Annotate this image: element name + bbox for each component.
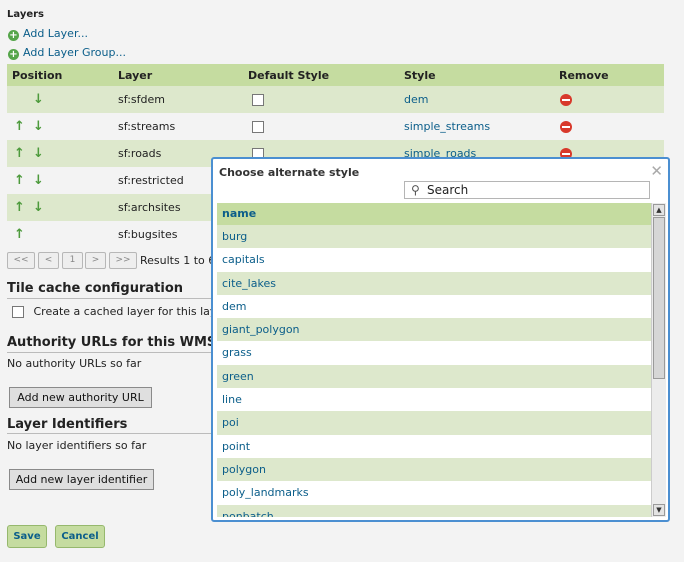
move-up-icon[interactable]: ↑ — [14, 146, 27, 161]
column-header[interactable]: Style — [404, 64, 559, 86]
layers-title: Layers — [7, 9, 44, 20]
tile-cache-option[interactable]: Create a cached layer for this layer gr — [12, 305, 243, 318]
section-divider — [7, 433, 217, 434]
prev-page-button[interactable]: < — [38, 252, 59, 269]
add-authority-url-button[interactable]: Add new authority URL — [9, 387, 152, 408]
cache-checkbox[interactable] — [12, 306, 24, 318]
plus-icon: + — [8, 30, 19, 41]
last-page-button[interactable]: >> — [109, 252, 137, 269]
column-header[interactable]: Position — [7, 64, 118, 86]
add-layer-identifier-button[interactable]: Add new layer identifier — [9, 469, 154, 490]
move-down-icon[interactable]: ↓ — [33, 173, 44, 188]
style-option[interactable]: line — [217, 388, 651, 412]
remove-cell — [559, 86, 664, 113]
identifiers-title: Layer Identifiers — [7, 417, 128, 432]
add-layer-group-link[interactable]: + Add Layer Group... — [8, 46, 126, 60]
layer-name: sf:sfdem — [118, 86, 248, 113]
style-option[interactable]: burg — [217, 225, 651, 249]
table-row: ↑ ↓ sf:streams simple_streams — [7, 113, 664, 140]
column-header[interactable]: Layer — [118, 64, 248, 86]
cancel-button[interactable]: Cancel — [55, 525, 105, 548]
remove-cell — [559, 113, 664, 140]
default-style-cell — [248, 113, 404, 140]
column-header[interactable]: Default Style — [248, 64, 404, 86]
default-style-checkbox[interactable] — [252, 94, 264, 106]
style-link[interactable]: simple_streams — [404, 120, 490, 133]
style-list: burg capitals cite_lakes dem giant_polygon gr… — [217, 225, 651, 517]
section-divider — [7, 298, 217, 299]
identifiers-empty-text: No layer identifiers so far — [7, 439, 147, 452]
style-option[interactable]: green — [217, 364, 651, 389]
close-icon[interactable]: ✕ — [650, 162, 663, 180]
move-up-icon[interactable]: ↑ — [14, 119, 27, 134]
position-cell: ↑↓ — [7, 140, 118, 167]
style-option[interactable]: poly_landmarks — [217, 481, 651, 505]
move-up-icon[interactable]: ↑ — [14, 227, 27, 242]
table-header-row: Position Layer Default Style Style Remov… — [7, 64, 664, 86]
layer-name: sf:streams — [118, 113, 248, 140]
first-page-button[interactable]: << — [7, 252, 35, 269]
position-cell: ↑↓ — [7, 167, 118, 194]
style-option[interactable]: poi — [217, 411, 651, 435]
scroll-down-arrow[interactable]: ▼ — [653, 504, 665, 516]
section-divider — [7, 352, 217, 353]
search-input[interactable]: ⚲ Search — [404, 181, 650, 199]
style-chooser-dialog: Choose alternate style ✕ ⚲ Search name b… — [211, 157, 670, 522]
style-option[interactable]: dem — [217, 294, 651, 319]
dialog-title: Choose alternate style — [219, 166, 360, 179]
table-row: ↑↓sf:sfdem dem — [7, 86, 664, 113]
search-placeholder: Search — [427, 183, 469, 197]
position-cell: ↑↓ — [7, 113, 118, 140]
name-column-header[interactable]: name — [217, 203, 651, 225]
style-option[interactable]: point — [217, 434, 651, 458]
move-up-icon[interactable]: ↑ — [14, 173, 27, 188]
style-option[interactable]: ponbatch — [217, 504, 651, 517]
style-option[interactable]: cite_lakes — [217, 271, 651, 295]
default-style-cell — [248, 86, 404, 113]
position-cell: ↑↓ — [7, 86, 118, 113]
scroll-up-arrow[interactable]: ▲ — [653, 204, 665, 216]
move-up-icon[interactable]: ↑ — [14, 200, 27, 215]
plus-icon: + — [8, 49, 19, 60]
style-cell: simple_streams — [404, 113, 559, 140]
column-header[interactable]: Remove — [559, 64, 664, 86]
style-option[interactable]: grass — [217, 341, 651, 365]
authority-empty-text: No authority URLs so far — [7, 357, 142, 370]
scroll-thumb[interactable] — [653, 217, 665, 379]
position-cell: ↑↓ — [7, 221, 118, 248]
style-option[interactable]: capitals — [217, 248, 651, 272]
save-button[interactable]: Save — [7, 525, 47, 548]
authority-title: Authority URLs for this WMS La — [7, 335, 238, 350]
search-icon: ⚲ — [411, 183, 420, 197]
style-cell: dem — [404, 86, 559, 113]
tile-cache-title: Tile cache configuration — [7, 281, 184, 296]
default-style-checkbox[interactable] — [252, 121, 264, 133]
style-link[interactable]: dem — [404, 93, 428, 106]
add-layer-link[interactable]: + Add Layer... — [8, 27, 88, 41]
page-1-button[interactable]: 1 — [62, 252, 83, 269]
move-down-icon[interactable]: ↓ — [33, 146, 44, 161]
remove-icon[interactable] — [560, 94, 572, 106]
style-option[interactable]: polygon — [217, 457, 651, 482]
scrollbar[interactable]: ▲ ▼ — [651, 203, 666, 517]
move-down-icon[interactable]: ↓ — [33, 92, 44, 107]
move-down-icon[interactable]: ↓ — [33, 200, 44, 215]
move-down-icon[interactable]: ↓ — [33, 119, 44, 134]
position-cell: ↑↓ — [7, 194, 118, 221]
style-option[interactable]: giant_polygon — [217, 318, 651, 342]
remove-icon[interactable] — [560, 121, 572, 133]
next-page-button[interactable]: > — [85, 252, 106, 269]
